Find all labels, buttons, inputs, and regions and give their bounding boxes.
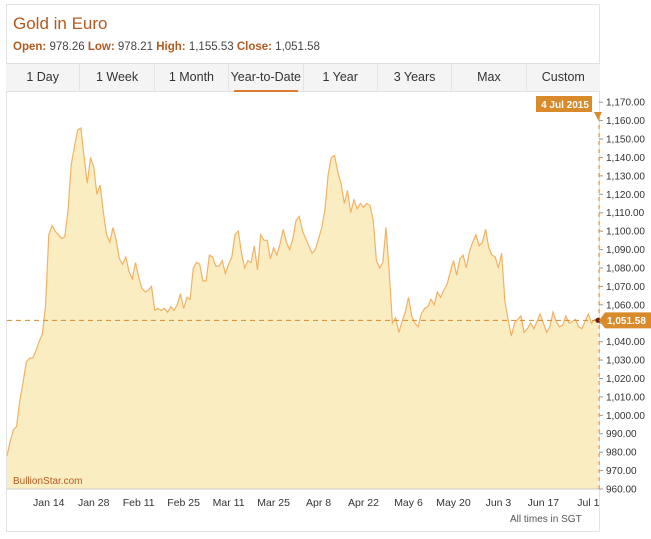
price-chart[interactable]: 960.00 970.00 980.00 990.00 1,000.00 1,010.00… (0, 0, 651, 539)
y-tick-label: 1,030.00 (606, 356, 645, 367)
y-tick-label: 1,160.00 (606, 116, 645, 127)
y-tick-label: 980.00 (606, 448, 637, 459)
x-tick-label: Apr 8 (306, 497, 331, 509)
y-tick-label: 1,150.00 (606, 135, 645, 146)
x-tick-label: Jun 17 (528, 497, 560, 509)
x-tick-label: Apr 22 (348, 497, 379, 509)
x-tick-label: May 6 (394, 497, 423, 509)
y-tick-label: 960.00 (606, 485, 637, 496)
y-tick-label: 1,010.00 (606, 392, 645, 403)
x-tick-label: Jul 1 (577, 497, 599, 509)
y-tick-label: 970.00 (606, 466, 637, 477)
y-tick-label: 990.00 (606, 429, 637, 440)
y-tick-label: 1,140.00 (606, 153, 645, 164)
y-tick-label: 1,040.00 (606, 337, 645, 348)
y-tick-label: 1,090.00 (606, 245, 645, 256)
x-tick-label: Mar 25 (257, 497, 290, 509)
x-tick-label: Jun 3 (486, 497, 512, 509)
timezone-note: All times in SGT (510, 514, 582, 525)
x-tick-label: Jan 14 (33, 497, 65, 509)
y-tick-label: 1,100.00 (606, 227, 645, 238)
brand-watermark: BullionStar.com (13, 476, 83, 487)
x-tick-label: Mar 11 (213, 497, 245, 509)
y-tick-label: 1,070.00 (606, 282, 645, 293)
x-tick-label: Jan 28 (78, 497, 110, 509)
y-tick-label: 1,080.00 (606, 263, 645, 274)
y-tick-label: 1,120.00 (606, 190, 645, 201)
y-tick-label: 1,110.00 (606, 208, 645, 219)
y-tick-label: 1,000.00 (606, 411, 645, 422)
date-badge-label: 4 Jul 2015 (541, 100, 589, 111)
x-tick-label: Feb 11 (123, 497, 155, 509)
y-tick-label: 1,130.00 (606, 171, 645, 182)
x-tick-label: Feb 25 (167, 497, 200, 509)
y-tick-label: 1,020.00 (606, 374, 645, 385)
last-value-label: 1,051.58 (607, 316, 646, 327)
x-tick-label: May 20 (436, 497, 471, 509)
y-tick-label: 1,060.00 (606, 300, 645, 311)
y-tick-label: 1,170.00 (606, 98, 645, 109)
